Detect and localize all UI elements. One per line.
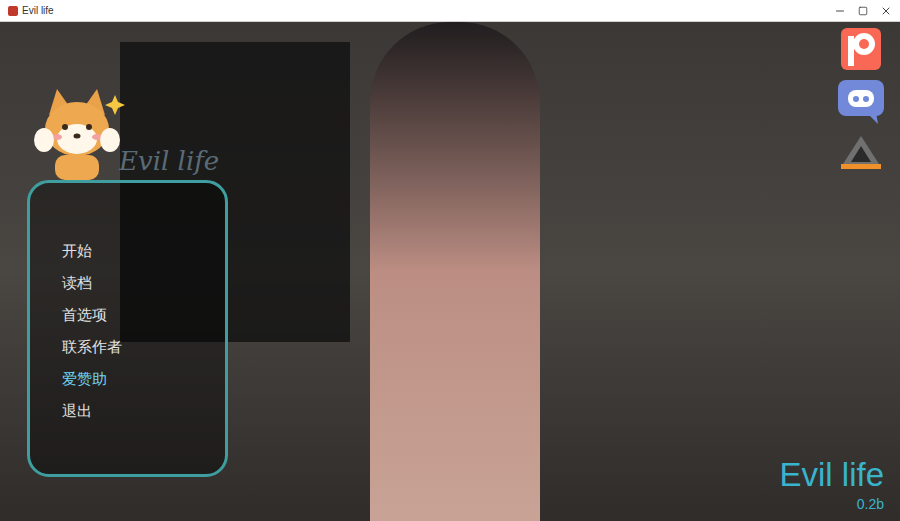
patreon-icon[interactable]: [841, 28, 881, 70]
menu-item[interactable]: 开始: [62, 241, 225, 261]
left-column: Evil life开始读档首选项联系作者爱赞助退出: [0, 22, 228, 521]
right-column: Evil life0.2b: [779, 22, 900, 521]
close-icon[interactable]: [880, 5, 892, 17]
discord-icon[interactable]: [838, 80, 884, 124]
maximize-icon[interactable]: [858, 6, 868, 16]
minimize-icon[interactable]: [834, 5, 846, 17]
logo: Evil life: [27, 85, 228, 180]
menu-item[interactable]: 爱赞助: [62, 369, 225, 389]
game-title: Evil life: [779, 455, 884, 495]
title-bar: Evil life: [0, 0, 900, 22]
app-window: Evil lifeEvil life开始读档首选项联系作者爱赞助退出Evil l…: [0, 0, 900, 521]
triangle-logo-icon[interactable]: [841, 134, 881, 170]
menu-item[interactable]: 联系作者: [62, 337, 225, 357]
shiba-mascot-icon: [27, 85, 127, 180]
menu-item[interactable]: 退出: [62, 401, 225, 421]
app-icon: [8, 6, 18, 16]
menu-item[interactable]: 读档: [62, 273, 225, 293]
main-menu: 开始读档首选项联系作者爱赞助退出: [27, 180, 228, 477]
logo-text: Evil life: [119, 148, 219, 180]
game-screen: Evil life开始读档首选项联系作者爱赞助退出Evil life0.2b: [0, 22, 900, 521]
character-art: [370, 22, 540, 521]
menu-item[interactable]: 首选项: [62, 305, 225, 325]
window-title: Evil life: [22, 6, 54, 16]
version-label: 0.2b: [857, 495, 884, 513]
